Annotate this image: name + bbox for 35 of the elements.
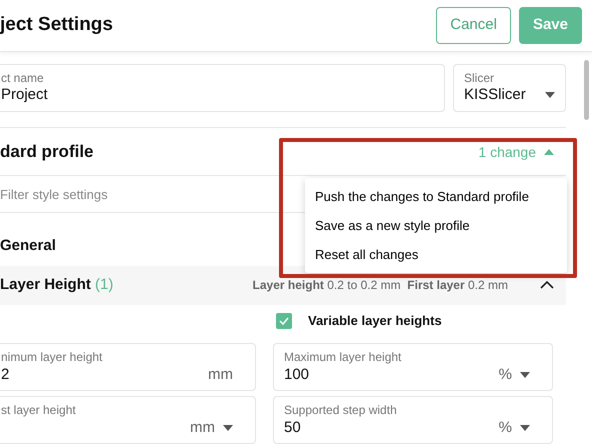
field-value: KISSlicer	[464, 85, 526, 105]
chevron-icon[interactable]	[540, 281, 554, 289]
section-title: General	[0, 236, 56, 256]
check-icon	[279, 317, 289, 325]
number-field[interactable]: Supported step width 50 %	[273, 396, 553, 444]
field-value: 2	[1, 364, 10, 385]
profile-name: dard profile	[0, 140, 94, 163]
unit-label: %	[498, 418, 512, 438]
menu-item[interactable]: Push the changes to Standard profile	[305, 182, 567, 211]
number-field[interactable]: nimum layer height 2 mm	[0, 342, 256, 390]
field-label: st layer height	[1, 402, 77, 416]
checkbox-label: Variable layer heights	[308, 312, 442, 330]
unit-label: mm	[208, 364, 233, 384]
field-value: 100	[284, 364, 310, 385]
number-field[interactable]: Maximum layer height 100 %	[273, 342, 553, 390]
field-label: nimum layer height	[1, 350, 104, 364]
group-title: Layer Height (1)	[0, 274, 114, 295]
scrollbar[interactable]	[584, 60, 589, 120]
field-value: Project	[1, 85, 48, 105]
number-field[interactable]: st layer height mm	[0, 396, 256, 444]
dialog-title: ject Settings	[0, 14, 113, 37]
field-label: ct name	[1, 71, 45, 85]
slicer-select[interactable]: Slicer KISSlicer	[453, 64, 566, 112]
project-name-field[interactable]: ct name Project	[0, 64, 445, 112]
checkbox[interactable]	[276, 313, 292, 329]
unit-label: %	[498, 364, 512, 384]
group-summary: Layer height 0.2 to 0.2 mm First layer 0.2 mm	[252, 277, 508, 294]
unit-label: mm	[190, 418, 215, 438]
caret-icon	[545, 92, 555, 98]
field-label: Slicer	[464, 71, 496, 85]
menu-item[interactable]: Save as a new style profile	[305, 211, 567, 240]
field-label: Maximum layer height	[284, 350, 402, 364]
menu-item[interactable]: Reset all changes	[305, 240, 567, 269]
field-label: Supported step width	[284, 402, 398, 416]
field-value: 50	[284, 418, 301, 438]
